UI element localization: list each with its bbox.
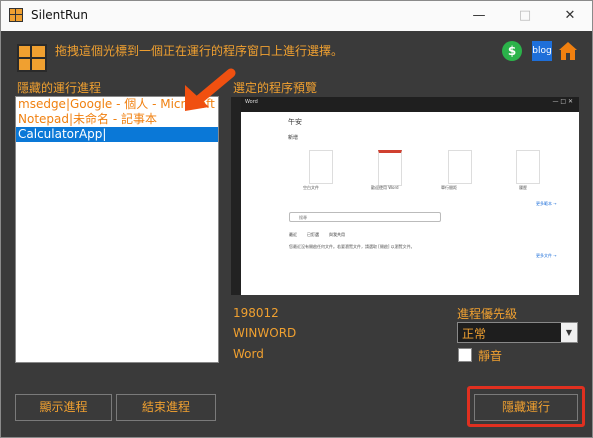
maximize-icon: □: [518, 8, 532, 23]
process-id: 198012: [233, 306, 279, 320]
instruction-text: 拖拽這個光標到一個正在運行的程序窗口上進行選擇。: [55, 44, 344, 58]
preview-label: 選定的程序預覽: [233, 81, 318, 95]
home-icon[interactable]: [558, 41, 578, 61]
preview-greeting: 午安: [288, 118, 302, 126]
process-exe: WINWORD: [233, 326, 297, 340]
template-thumb: [378, 150, 402, 186]
template-thumb: [516, 150, 540, 184]
chevron-down-icon[interactable]: ▼: [561, 323, 577, 342]
app-name: Word: [233, 347, 264, 361]
preview-sidebar: [231, 97, 241, 295]
close-button[interactable]: ✕: [547, 1, 593, 31]
hidden-process-list[interactable]: msedge|Google - 個人 - Microsoft Edge Note…: [15, 96, 219, 363]
app-icon: [9, 8, 23, 22]
crosshair-target-icon[interactable]: [17, 44, 47, 72]
program-preview: Word — □ ✕ 午安 新增 空白文件 歡迎使用 Word 單行間距 履歷 …: [231, 97, 579, 295]
preview-window-controls: — □ ✕: [552, 98, 573, 105]
list-item-selected[interactable]: CalculatorApp|: [16, 127, 218, 142]
end-process-button[interactable]: 結束進程: [116, 394, 216, 421]
mute-checkbox[interactable]: [458, 348, 472, 362]
highlight-box: [467, 386, 585, 427]
maximize-button[interactable]: □: [502, 1, 548, 31]
window-title: SilentRun: [31, 8, 88, 22]
template-thumb: [309, 150, 333, 184]
blog-icon[interactable]: blog: [532, 41, 552, 61]
show-process-button[interactable]: 顯示進程: [15, 394, 112, 421]
dollar-icon[interactable]: $: [502, 41, 522, 61]
title-bar[interactable]: SilentRun — □ ✕: [1, 1, 592, 31]
minimize-icon: —: [472, 8, 486, 23]
preview-content: 午安 新增 空白文件 歡迎使用 Word 單行間距 履歷 更多範本 → 搜尋 最…: [241, 112, 579, 295]
preview-new-label: 新增: [288, 135, 299, 141]
priority-select[interactable]: 正常 ▼: [457, 322, 578, 343]
hidden-processes-label: 隱藏的運行進程: [17, 81, 102, 95]
arrow-icon: [185, 68, 236, 111]
mute-label: 靜音: [478, 349, 503, 363]
preview-titlebar: Word — □ ✕: [231, 97, 579, 112]
template-thumb: [448, 150, 472, 184]
close-icon: ✕: [564, 8, 576, 23]
preview-search: 搜尋: [289, 212, 441, 222]
list-item[interactable]: Notepad|未命名 - 記事本: [16, 112, 218, 127]
main-window: SilentRun — □ ✕ 拖拽這個光標到一個正在運行的程序窗口上進行選擇。…: [0, 0, 593, 438]
priority-label: 進程優先級: [457, 307, 518, 321]
minimize-button[interactable]: —: [456, 1, 502, 31]
